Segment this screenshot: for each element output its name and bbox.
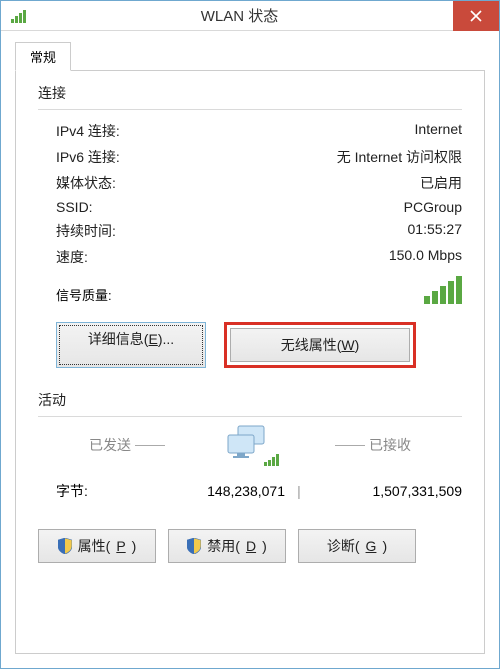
window-title: WLAN 状态: [26, 5, 453, 26]
received-indicator: 已接收: [284, 435, 462, 455]
close-button[interactable]: [453, 1, 499, 31]
activity-buttons: 属性(P) 禁用(D) 诊断(G): [38, 529, 462, 563]
activity-section-title: 活动: [38, 390, 462, 410]
bytes-separator: |: [285, 483, 313, 499]
properties-button[interactable]: 属性(P): [38, 529, 156, 563]
bytes-received-value: 1,507,331,509: [313, 483, 462, 499]
duration-label: 持续时间:: [56, 221, 116, 241]
sent-indicator: 已发送: [38, 435, 216, 455]
media-state-label: 媒体状态:: [56, 173, 116, 193]
content-area: 常规 连接 IPv4 连接: Internet IPv6 连接: 无 Inter…: [1, 31, 499, 668]
speed-value: 150.0 Mbps: [389, 247, 462, 267]
activity-section: 活动 已发送: [38, 390, 462, 563]
divider: [38, 109, 462, 110]
received-label: 已接收: [369, 435, 411, 455]
disable-button[interactable]: 禁用(D): [168, 529, 286, 563]
signal-quality-label: 信号质量:: [56, 285, 112, 304]
bytes-label: 字节:: [56, 481, 136, 501]
duration-value: 01:55:27: [408, 221, 463, 241]
divider: [38, 416, 462, 417]
close-icon: [470, 10, 482, 22]
row-bytes: 字节: 148,238,071 | 1,507,331,509: [38, 475, 462, 507]
row-signal-quality: 信号质量:: [38, 270, 462, 310]
shield-icon: [58, 538, 72, 554]
ssid-value: PCGroup: [404, 199, 462, 215]
signal-bars-icon: [424, 276, 462, 304]
ipv4-value: Internet: [415, 121, 462, 141]
row-ipv4: IPv4 连接: Internet: [38, 118, 462, 144]
details-button[interactable]: 详细信息(E)...: [56, 322, 206, 368]
titlebar: WLAN 状态: [1, 1, 499, 31]
row-duration: 持续时间: 01:55:27: [38, 218, 462, 244]
ssid-label: SSID:: [56, 199, 93, 215]
ipv6-value: 无 Internet 访问权限: [337, 147, 462, 167]
wireless-properties-highlight: 无线属性(W): [224, 322, 416, 368]
row-media-state: 媒体状态: 已启用: [38, 170, 462, 196]
mini-signal-icon: [264, 454, 279, 466]
speed-label: 速度:: [56, 247, 88, 267]
connection-section-title: 连接: [38, 83, 462, 103]
ipv4-label: IPv4 连接:: [56, 121, 120, 141]
wifi-signal-icon: [11, 9, 26, 23]
wireless-properties-button[interactable]: 无线属性(W): [230, 328, 410, 362]
activity-graphic: 已发送: [38, 425, 462, 465]
bytes-sent-value: 148,238,071: [136, 483, 285, 499]
tab-general[interactable]: 常规: [15, 42, 71, 71]
diagnose-button[interactable]: 诊断(G): [298, 529, 416, 563]
ipv6-label: IPv6 连接:: [56, 147, 120, 167]
tab-panel-general: 连接 IPv4 连接: Internet IPv6 连接: 无 Internet…: [15, 70, 485, 654]
tabs: 常规: [15, 41, 485, 70]
row-speed: 速度: 150.0 Mbps: [38, 244, 462, 270]
media-state-value: 已启用: [420, 173, 462, 193]
connection-buttons: 详细信息(E)... 无线属性(W): [56, 322, 462, 368]
network-monitors-icon: [224, 425, 276, 465]
sent-label: 已发送: [89, 435, 131, 455]
shield-icon: [187, 538, 201, 554]
wlan-status-window: WLAN 状态 常规 连接 IPv4 连接: Internet IPv6 连接:…: [0, 0, 500, 669]
row-ssid: SSID: PCGroup: [38, 196, 462, 218]
row-ipv6: IPv6 连接: 无 Internet 访问权限: [38, 144, 462, 170]
